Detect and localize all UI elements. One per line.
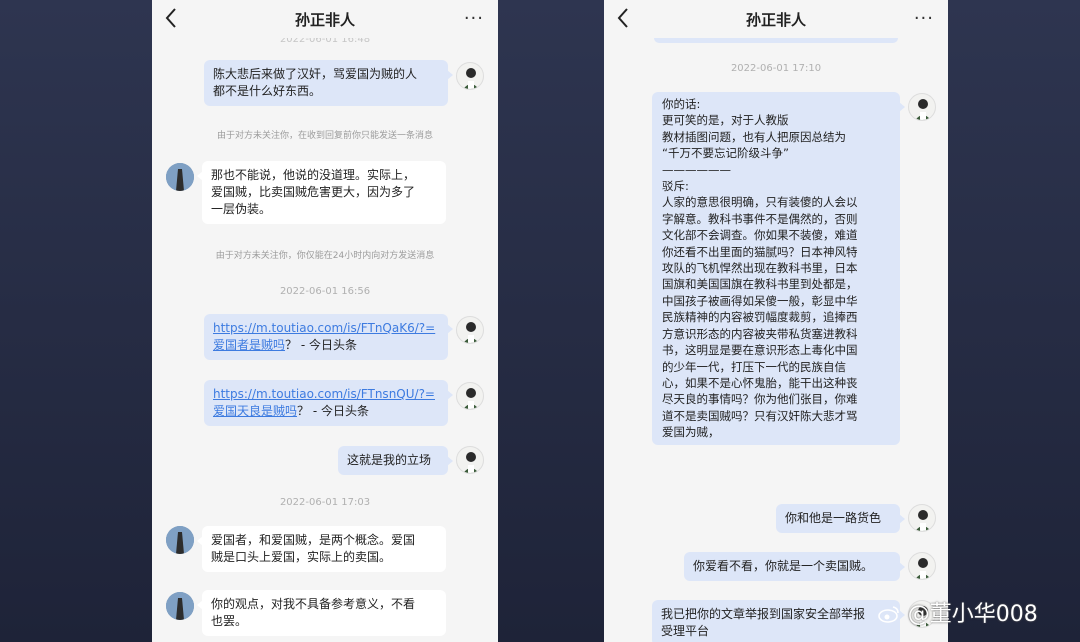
message-text: 爱国贼，比卖国贼危害更大，因为多了: [211, 185, 416, 199]
chat-screen-left: 孙正非人 ··· 2022-06-01 16:48 陈大悲后来做了汉奸，骂爱国为…: [152, 0, 498, 642]
timestamp: 2022-06-01 17:10: [730, 63, 822, 74]
watermark: @董小华008: [878, 596, 1038, 628]
avatar[interactable]: [166, 526, 194, 554]
more-icon[interactable]: ···: [464, 8, 484, 29]
timestamp: 2022-06-01 16:56: [279, 286, 371, 297]
message-text: 驳斥:: [662, 179, 689, 194]
more-icon[interactable]: ···: [914, 8, 934, 29]
message-text: 那也不能说，他说的没道理。实际上，: [211, 168, 416, 182]
chat-title: 孙正非人: [294, 10, 355, 29]
message-bubble[interactable]: https://m.toutiao.com/is/FTnQaK6/?= 爱国者是…: [204, 314, 453, 360]
avatar[interactable]: [908, 504, 936, 532]
previous-bubble-edge: [654, 38, 898, 43]
message-text: 爱国者，和爱国贼，是两个概念。爱国: [211, 533, 416, 547]
message-bubble[interactable]: 你的话: 更可笑的是，对于人教版 教材插图问题，也有人把原因总结为 “千万不要忘…: [652, 92, 905, 445]
chat-header: 孙正非人 ···: [152, 0, 498, 38]
message-text: 你的话:: [662, 97, 701, 111]
message-bubble[interactable]: 这就是我的立场: [338, 446, 453, 475]
message-text: 你的观点，对我不具备参考意义，不看: [211, 597, 416, 611]
message-link[interactable]: 爱国天良是贼吗: [213, 404, 297, 418]
message-text: 民族精神的内容被罚幅度裁剪，追捧西: [662, 310, 858, 325]
message-bubble[interactable]: 陈大悲后来做了汉奸，骂爱国为贼的人 都不是什么好东西。: [204, 60, 453, 106]
message-text: 也罢。: [211, 614, 248, 628]
system-notice: 由于对方未关注你，你仅能在24小时内向对方发送消息: [215, 251, 435, 261]
message-link[interactable]: 爱国者是贼吗: [213, 338, 285, 352]
message-text: ？ - 今日头条: [285, 338, 357, 352]
avatar[interactable]: [456, 446, 484, 474]
avatar[interactable]: [456, 382, 484, 410]
message-bubble[interactable]: https://m.toutiao.com/is/FTnsnQU/?= 爱国天良…: [204, 380, 453, 426]
message-text: 你和他是一路货色: [785, 511, 882, 525]
message-text: 一层伪装。: [211, 202, 272, 216]
message-text: 受理平台: [661, 624, 710, 638]
message-text: 陈大悲后来做了汉奸，骂爱国为贼的人: [213, 67, 418, 81]
message-bubble[interactable]: 你爱看不看，你就是一个卖国贼。: [684, 552, 905, 581]
chat-screen-right: 孙正非人 ··· 2022-06-01 17:10 你的话: 更可笑的是，对于人…: [604, 0, 948, 642]
avatar[interactable]: [908, 552, 936, 580]
message-text: 你还看不出里面的猫腻吗？日本神风特: [662, 244, 858, 259]
system-notice: 由于对方未关注你，在收到回复前你只能发送一条消息: [216, 131, 433, 141]
chat-header: 孙正非人 ···: [604, 0, 948, 38]
chat-title: 孙正非人: [745, 10, 806, 29]
message-text: 你爱看不看，你就是一个卖国贼。: [693, 559, 874, 573]
avatar[interactable]: [166, 592, 194, 620]
message-bubble[interactable]: 那也不能说，他说的没道理。实际上， 爱国贼，比卖国贼危害更大，因为多了 一层伪装…: [197, 161, 446, 224]
message-bubble[interactable]: 你的观点，对我不具备参考意义，不看 也罢。: [197, 590, 446, 636]
watermark-text: @董小华008: [907, 602, 1038, 627]
message-text: 的少年一代，打压下一代的民族自信: [662, 359, 846, 374]
message-text: 尽天良的事情吗？你为他们张目，你难: [662, 392, 858, 407]
message-link[interactable]: https://m.toutiao.com/is/FTnQaK6/?=: [213, 320, 439, 337]
avatar[interactable]: [908, 93, 936, 121]
message-text: ——————: [662, 162, 731, 177]
avatar[interactable]: [166, 163, 194, 191]
message-text: 文化部不会调查。你如果不装傻，难道: [662, 228, 858, 243]
message-text: 方意识形态的内容被夹带私货塞进教科: [662, 326, 858, 341]
message-link[interactable]: https://m.toutiao.com/is/FTnsnQU/?=: [213, 386, 439, 403]
message-text: 贼是口头上爱国，实际上的卖国。: [211, 550, 392, 564]
message-text: 这就是我的立场: [347, 453, 432, 467]
message-text: 书，这明显是要在意识形态上毒化中国: [662, 343, 858, 358]
message-text: 国旗和美国国旗在教科书里到处都是，: [662, 277, 858, 292]
message-bubble[interactable]: 我已把你的文章举报到国家安全部举报 受理平台: [652, 600, 905, 642]
message-text: 我已把你的文章举报到国家安全部举报: [661, 607, 866, 621]
message-text: 道不是卖国贼吗？只有汉奸陈大悲才骂: [662, 408, 858, 423]
avatar[interactable]: [456, 62, 484, 90]
message-text: “千万不要忘记阶级斗争”: [662, 146, 789, 161]
message-text: 都不是什么好东西。: [213, 84, 322, 98]
message-text: 人家的意思很明确，只有装傻的人会以: [662, 195, 858, 210]
chevron-left-icon[interactable]: [164, 7, 178, 29]
weibo-icon: [878, 605, 906, 626]
timestamp: 2022-06-01 17:03: [279, 497, 371, 508]
message-text: ？ - 今日头条: [297, 404, 369, 418]
message-text: 中国孩子被画得如呆傻一般，彰显中华: [662, 293, 858, 308]
message-text: 教材插图问题，也有人把原因总结为: [662, 129, 846, 144]
message-text: 更可笑的是，对于人教版: [662, 113, 789, 128]
message-bubble[interactable]: 爱国者，和爱国贼，是两个概念。爱国 贼是口头上爱国，实际上的卖国。: [197, 526, 446, 572]
message-text: 爱国为贼，: [662, 425, 720, 440]
message-bubble[interactable]: 你和他是一路货色: [776, 504, 905, 533]
message-text: 字解意。教科书事件不是偶然的，否则: [662, 211, 858, 226]
message-text: 心，如果不是心怀鬼胎，能干出这种丧: [662, 375, 858, 390]
message-text: 攻队的飞机悍然出现在教科书里，日本: [662, 261, 858, 276]
chevron-left-icon[interactable]: [616, 7, 630, 29]
timestamp: 2022-06-01 16:48: [279, 38, 371, 45]
avatar[interactable]: [456, 316, 484, 344]
